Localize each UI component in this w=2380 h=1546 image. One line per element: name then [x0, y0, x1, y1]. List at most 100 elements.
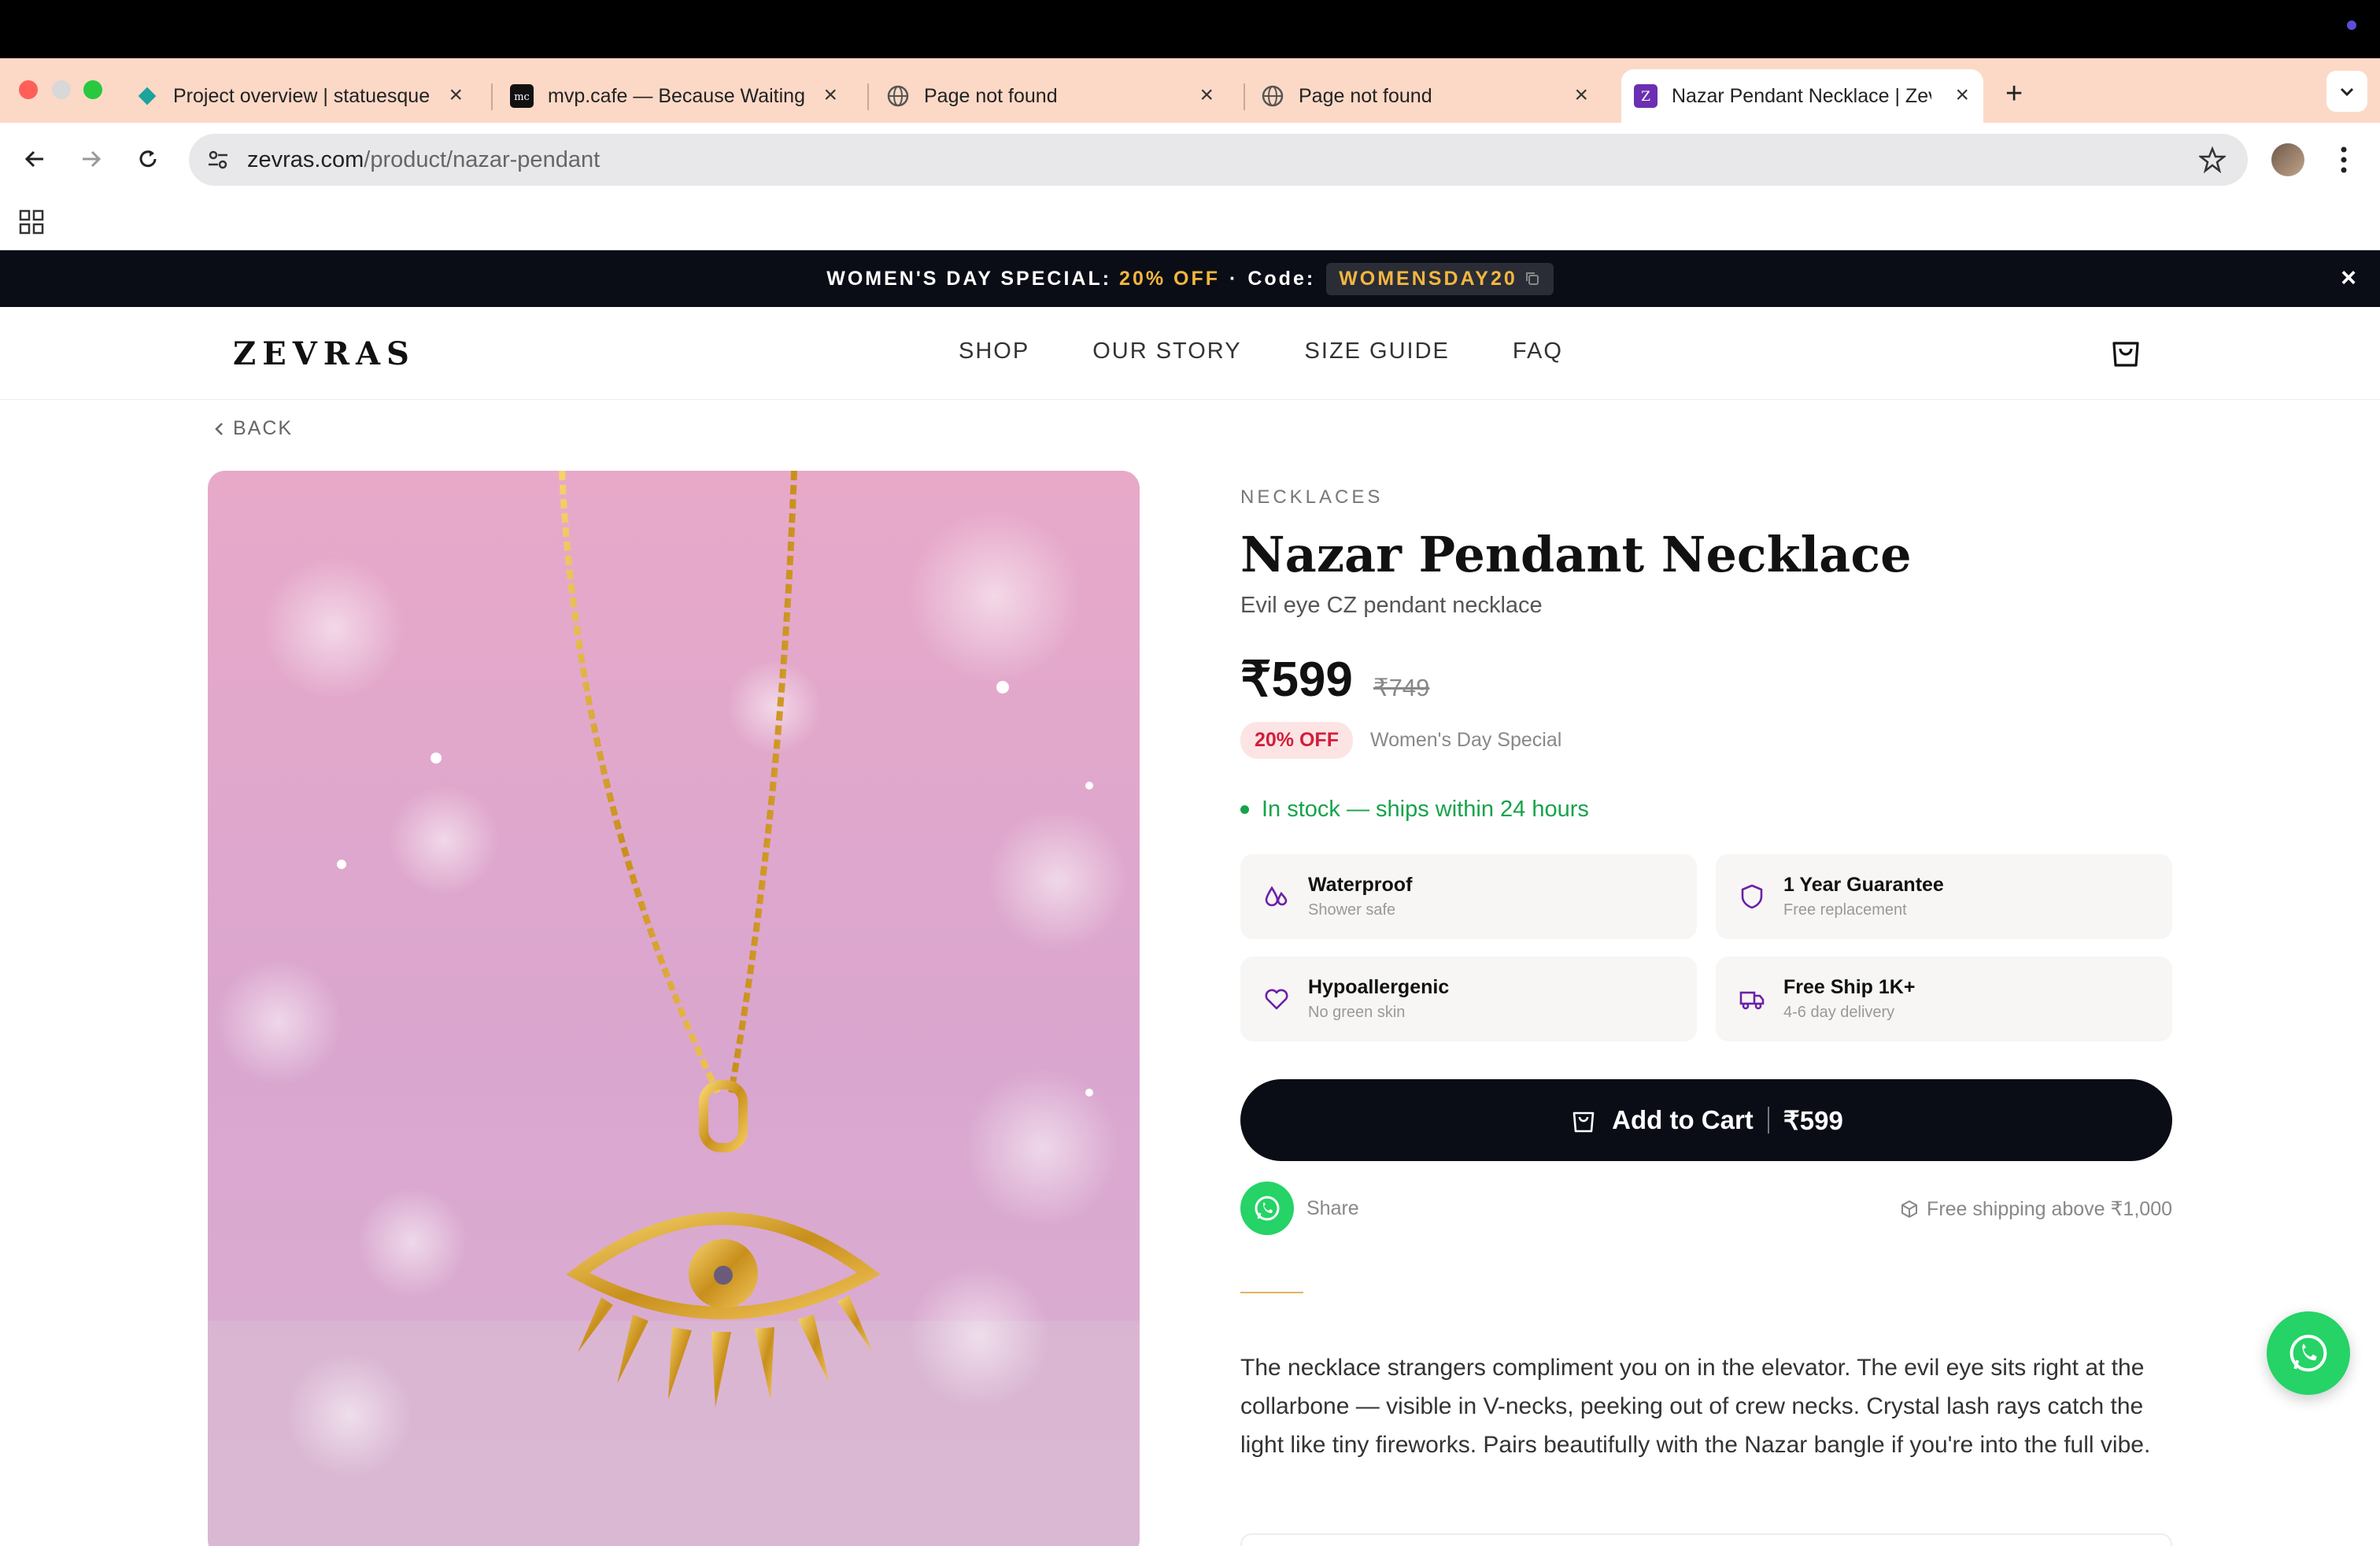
- svg-text:mc: mc: [514, 91, 530, 103]
- whatsapp-icon: [1255, 1196, 1280, 1221]
- more-menu-icon[interactable]: [2334, 142, 2353, 178]
- promo-label: WOMEN'S DAY SPECIAL:: [826, 267, 1112, 290]
- feature-sub: No green skin: [1308, 1004, 1406, 1021]
- in-stock-dot-icon: [1240, 805, 1249, 814]
- tab-title: mvp.cafe — Because Waiting: [548, 84, 805, 107]
- tab-project-overview[interactable]: Project overview | statuesque ×: [135, 69, 477, 123]
- feature-label: 1 Year Guarantee: [1783, 874, 1944, 896]
- add-to-cart-button[interactable]: Add to Cart ₹599: [1240, 1079, 2172, 1161]
- discount-badge: 20% OFF: [1240, 722, 1353, 759]
- profile-avatar[interactable]: [2271, 143, 2304, 176]
- mc-logo-icon: mc: [510, 84, 534, 108]
- tab-strip: Project overview | statuesque × mc mvp.c…: [0, 58, 2380, 123]
- free-shipping-text: Free shipping above ₹1,000: [1927, 1198, 2172, 1220]
- feature-card: Free Ship 1K+ 4-6 day delivery: [1716, 956, 2172, 1041]
- nav-our-story[interactable]: OUR STORY: [1092, 338, 1241, 364]
- feature-label: Hypoallergenic: [1308, 976, 1450, 998]
- cart-icon[interactable]: [2108, 334, 2147, 373]
- back-link[interactable]: BACK: [213, 417, 293, 440]
- feature-card: 1 Year Guarantee Free replacement: [1716, 854, 2172, 939]
- url-path: /product/nazar-pendant: [364, 147, 601, 172]
- add-to-cart-label: Add to Cart: [1612, 1105, 1754, 1134]
- globe-icon: [886, 84, 910, 108]
- reload-icon[interactable]: [129, 140, 167, 178]
- site-logo[interactable]: ZEVRAS: [233, 335, 416, 372]
- z-logo-icon: Z: [1634, 84, 1658, 108]
- close-tab-icon[interactable]: ×: [449, 83, 463, 107]
- stock-text: In stock — ships within 24 hours: [1262, 797, 1589, 822]
- tab-page-not-found-2[interactable]: Page not found ×: [1261, 69, 1602, 123]
- package-icon: [1901, 1200, 1918, 1219]
- globe-icon: [1261, 84, 1284, 108]
- info-card: [1240, 1533, 2172, 1546]
- close-tab-icon[interactable]: ×: [823, 83, 837, 107]
- feature-sub: Shower safe: [1308, 901, 1396, 919]
- nav-shop[interactable]: SHOP: [959, 338, 1029, 364]
- product-subtitle: Evil eye CZ pendant necklace: [1240, 593, 1543, 618]
- tab-title: Nazar Pendant Necklace | Zev: [1672, 84, 1931, 107]
- system-bar: [0, 0, 2380, 58]
- tab-nazar-pendant[interactable]: Z Nazar Pendant Necklace | Zev ×: [1621, 69, 1983, 123]
- free-shipping-note: Free shipping above ₹1,000: [1900, 1197, 2172, 1221]
- bookmark-star-icon[interactable]: [2197, 146, 2227, 177]
- heart-icon: [1262, 985, 1291, 1013]
- promo-code-chip[interactable]: WOMENSDAY20: [1326, 262, 1554, 295]
- feature-label: Free Ship 1K+: [1783, 976, 1916, 998]
- url-domain: zevras.com: [247, 147, 364, 172]
- maximize-window-button[interactable]: [83, 80, 102, 99]
- back-label: BACK: [233, 417, 294, 439]
- whatsapp-share-button[interactable]: [1240, 1182, 1294, 1235]
- forward-arrow-icon[interactable]: [72, 140, 110, 178]
- tab-title: Page not found: [1299, 84, 1432, 107]
- close-banner-icon[interactable]: ×: [2341, 264, 2356, 291]
- offer-row: 20% OFF Women's Day Special: [1240, 722, 2172, 759]
- whatsapp-chat-button[interactable]: [2267, 1311, 2350, 1395]
- apps-grid-icon[interactable]: [19, 209, 44, 239]
- new-tab-button[interactable]: +: [2005, 77, 2023, 111]
- product-image[interactable]: [208, 471, 1140, 1546]
- original-price: ₹749: [1373, 674, 1430, 701]
- price-row: ₹599 ₹749: [1240, 650, 2172, 708]
- bookmarks-bar: [0, 195, 2380, 250]
- add-to-cart-price: ₹599: [1783, 1105, 1843, 1135]
- feature-label: Waterproof: [1308, 874, 1413, 896]
- status-dot-icon: [2347, 20, 2356, 30]
- tab-page-not-found-1[interactable]: Page not found ×: [886, 69, 1228, 123]
- truck-icon: [1738, 985, 1766, 1013]
- product-details: NECKLACES Nazar Pendant Necklace Evil ey…: [1240, 471, 2172, 1464]
- nav-size-guide[interactable]: SIZE GUIDE: [1305, 338, 1450, 364]
- close-tab-icon[interactable]: ×: [1955, 83, 1969, 107]
- divider: [1240, 1292, 1303, 1293]
- tab-title: Project overview | statuesque: [173, 84, 431, 107]
- chevron-down-icon: [2340, 87, 2354, 97]
- promo-discount: 20% OFF: [1119, 267, 1221, 290]
- promo-code: WOMENSDAY20: [1339, 267, 1517, 290]
- tab-mvp-cafe[interactable]: mc mvp.cafe — Because Waiting ×: [510, 69, 852, 123]
- minimize-window-button[interactable]: [52, 80, 71, 99]
- feature-card: Hypoallergenic No green skin: [1240, 956, 1697, 1041]
- current-price: ₹599: [1240, 653, 1353, 707]
- product-title: Nazar Pendant Necklace: [1240, 526, 1912, 583]
- close-window-button[interactable]: [19, 80, 38, 99]
- product-category[interactable]: NECKLACES: [1240, 486, 2172, 509]
- close-tab-icon[interactable]: ×: [1199, 83, 1214, 107]
- browser-toolbar: zevras.com/product/nazar-pendant: [0, 123, 2380, 195]
- stock-status: In stock — ships within 24 hours: [1240, 797, 2172, 823]
- copy-icon: [1525, 272, 1539, 285]
- address-bar[interactable]: zevras.com/product/nazar-pendant: [189, 134, 2248, 186]
- url-text[interactable]: zevras.com/product/nazar-pendant: [247, 147, 600, 173]
- tab-search-button[interactable]: [2326, 71, 2367, 112]
- product-description: The necklace strangers compliment you on…: [1240, 1355, 2151, 1458]
- nav-faq[interactable]: FAQ: [1513, 338, 1563, 364]
- site-settings-icon[interactable]: [205, 146, 231, 177]
- feature-grid: Waterproof Shower safe 1 Year Guarantee Fr…: [1240, 854, 2172, 1041]
- offer-note: Women's Day Special: [1369, 729, 1562, 751]
- chevron-left-icon: [215, 422, 223, 435]
- share-label[interactable]: Share: [1306, 1197, 1359, 1220]
- feature-sub: 4-6 day delivery: [1783, 1004, 1895, 1021]
- close-tab-icon[interactable]: ×: [1574, 83, 1588, 107]
- main-nav: SHOP OUR STORY SIZE GUIDE FAQ: [959, 338, 1563, 364]
- back-arrow-icon[interactable]: [16, 140, 54, 178]
- promo-banner: WOMEN'S DAY SPECIAL: 20% OFF · Code: WOM…: [0, 250, 2380, 307]
- shopping-bag-icon: [1572, 1111, 1595, 1133]
